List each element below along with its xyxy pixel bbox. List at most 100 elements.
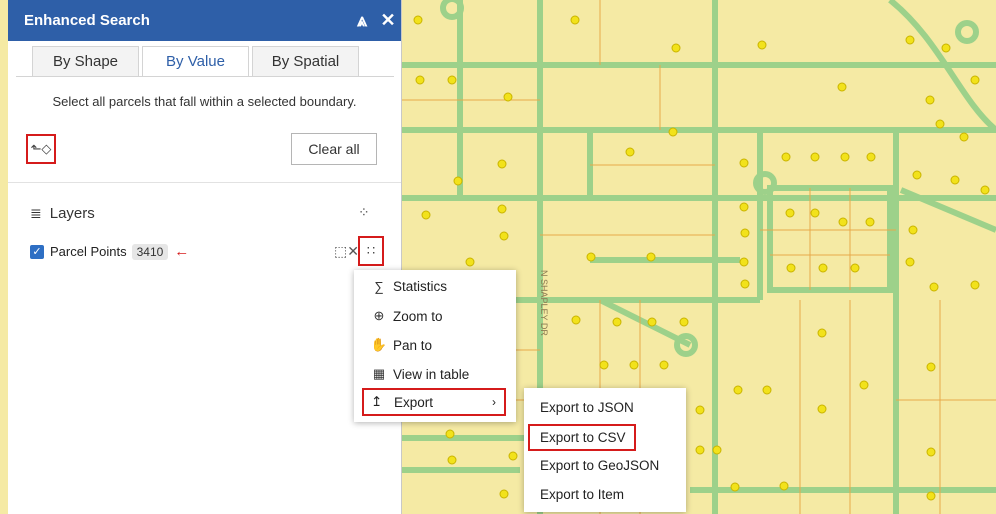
parcel-point	[668, 127, 678, 137]
parcel-point	[850, 263, 860, 273]
parcel-point	[508, 451, 518, 461]
parcel-point	[413, 15, 423, 25]
parcel-point	[935, 119, 945, 129]
annotation-arrow-icon: ←	[174, 243, 190, 260]
parcel-point	[447, 455, 457, 465]
parcel-point	[679, 317, 689, 327]
parcel-point	[571, 315, 581, 325]
layers-list-icon: ≣	[30, 205, 42, 221]
clear-all-button[interactable]: Clear all	[291, 133, 377, 165]
clear-selection-icon[interactable]: ⬚✕	[334, 243, 359, 260]
menu-item-pan-to[interactable]: ✋ Pan to	[370, 337, 432, 353]
parcel-point	[421, 210, 431, 220]
parcel-point	[497, 204, 507, 214]
parcel-point	[912, 170, 922, 180]
parcel-point	[659, 360, 669, 370]
street-label: N SHAPLEY DR	[539, 270, 549, 336]
parcel-point	[817, 404, 827, 414]
parcel-point	[818, 263, 828, 273]
parcel-point	[762, 385, 772, 395]
menu-item-label: View in table	[393, 366, 470, 382]
export-to-csv[interactable]: Export to CSV	[528, 424, 636, 451]
parcel-point	[453, 176, 463, 186]
parcel-point	[786, 263, 796, 273]
parcel-point	[415, 75, 425, 85]
parcel-point	[612, 317, 622, 327]
parcel-point	[785, 208, 795, 218]
parcel-point	[629, 360, 639, 370]
tab-by-value[interactable]: By Value	[142, 46, 249, 77]
layers-label: Layers	[49, 205, 95, 222]
parcel-point	[925, 95, 935, 105]
parcel-point	[905, 257, 915, 267]
parcel-point	[740, 228, 750, 238]
parcel-point	[712, 445, 722, 455]
parcel-point	[586, 252, 596, 262]
export-to-item[interactable]: Export to Item	[540, 487, 624, 502]
export-submenu: Export to JSON Export to CSV Export to G…	[524, 388, 686, 512]
menu-item-zoom-to[interactable]: ⊕ Zoom to	[370, 308, 443, 324]
parcel-point	[838, 217, 848, 227]
parcel-point	[733, 385, 743, 395]
parcel-point	[499, 231, 509, 241]
tab-by-shape[interactable]: By Shape	[32, 46, 139, 77]
zoom-to-icon: ⊕	[373, 308, 385, 323]
double-chevron-up-icon[interactable]: ⩓	[349, 10, 375, 31]
export-to-geojson[interactable]: Export to GeoJSON	[540, 458, 659, 473]
parcel-point	[781, 152, 791, 162]
select-by-polygon-icon: ⬑◇	[30, 141, 52, 156]
menu-item-statistics[interactable]: ∑ Statistics	[370, 279, 447, 294]
parcel-point	[959, 132, 969, 142]
menu-item-export[interactable]: ↥ Export ›	[362, 388, 506, 416]
parcel-point	[671, 43, 681, 53]
parcel-point	[817, 328, 827, 338]
layers-header: ≣ Layers	[30, 205, 95, 222]
tab-description: Select all parcels that fall within a se…	[52, 94, 357, 109]
layer-checkbox[interactable]: ✓	[30, 244, 44, 259]
parcel-point	[865, 217, 875, 227]
parcel-point	[646, 252, 656, 262]
parcel-point	[905, 35, 915, 45]
tab-by-spatial[interactable]: By Spatial	[252, 46, 359, 77]
menu-item-label: Zoom to	[393, 308, 443, 324]
menu-item-view-in-table[interactable]: ▦ View in table	[370, 366, 469, 382]
parcel-point	[625, 147, 635, 157]
parcel-point	[840, 152, 850, 162]
parcel-point	[941, 43, 951, 53]
close-icon[interactable]: ✕	[375, 10, 401, 31]
parcel-point	[647, 317, 657, 327]
hand-icon: ✋	[370, 337, 388, 352]
parcel-point	[739, 257, 749, 267]
select-by-polygon-button[interactable]: ⬑◇	[26, 134, 56, 164]
panel-header: Enhanced Search ⩓ ✕	[8, 0, 401, 41]
parcel-point	[695, 445, 705, 455]
parcel-point	[739, 202, 749, 212]
parcel-point	[779, 481, 789, 491]
parcel-point	[740, 279, 750, 289]
parcel-point	[926, 447, 936, 457]
parcel-point	[739, 158, 749, 168]
parcel-point	[929, 282, 939, 292]
parcel-point	[908, 225, 918, 235]
layer-actions-menu: ∑ Statistics ⊕ Zoom to ✋ Pan to ▦ View i…	[354, 270, 516, 422]
parcel-point	[445, 429, 455, 439]
parcel-point	[970, 280, 980, 290]
parcel-point	[970, 75, 980, 85]
parcel-point	[859, 380, 869, 390]
parcel-point	[810, 208, 820, 218]
parcel-point	[695, 405, 705, 415]
layer-actions-button[interactable]: ∷	[358, 236, 384, 266]
sigma-icon: ∑	[374, 279, 384, 294]
parcel-point	[447, 75, 457, 85]
parcel-point	[950, 175, 960, 185]
parcel-point	[926, 491, 936, 501]
parcel-point	[497, 159, 507, 169]
panel-title: Enhanced Search	[24, 12, 150, 29]
parcel-point	[570, 15, 580, 25]
export-icon: ↥	[371, 394, 383, 409]
menu-item-label: Statistics	[393, 279, 448, 294]
export-to-json[interactable]: Export to JSON	[540, 400, 634, 415]
layer-options-icon[interactable]: ⁘	[358, 204, 370, 221]
layer-row-parcel-points: ✓ Parcel Points 3410 ←	[30, 243, 189, 260]
parcel-point	[810, 152, 820, 162]
